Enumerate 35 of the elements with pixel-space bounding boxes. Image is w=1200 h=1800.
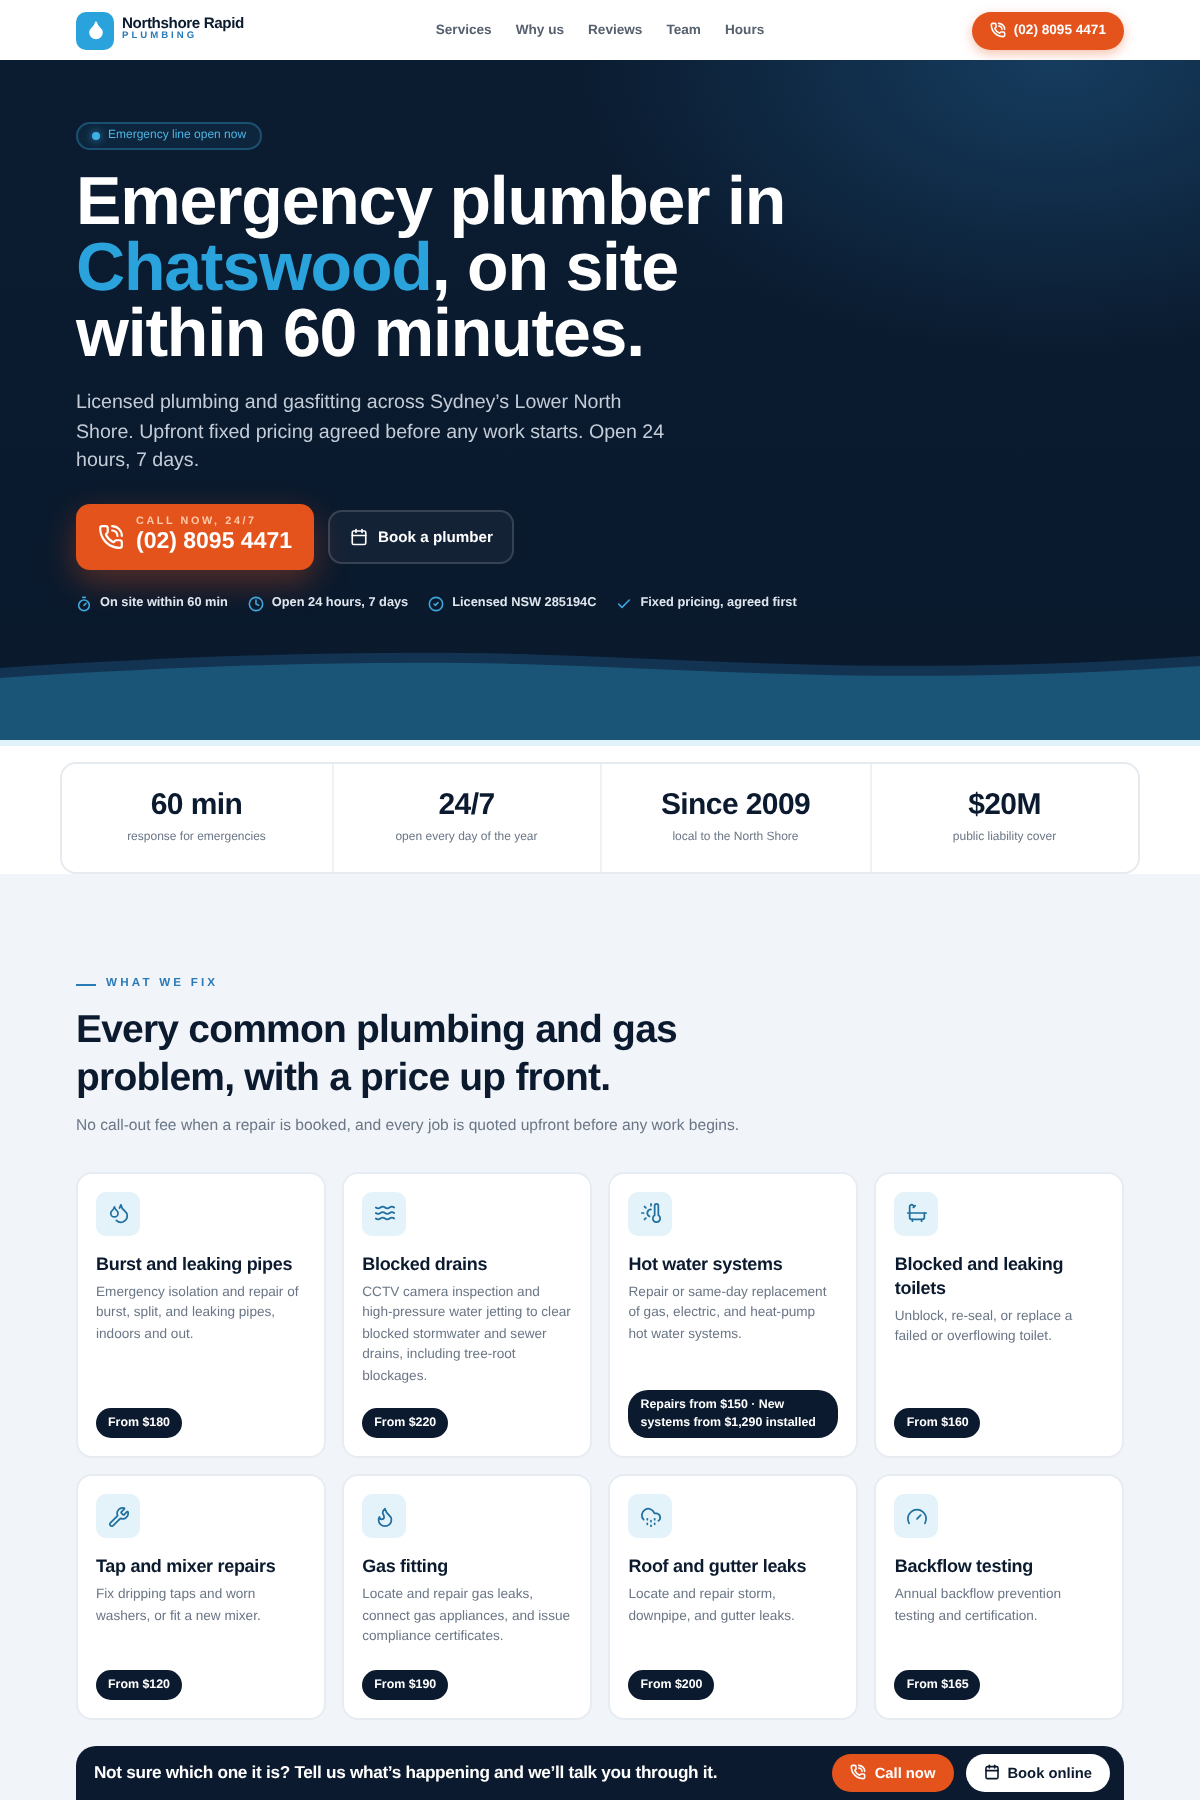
phone-icon xyxy=(850,1764,867,1781)
card-title: Backflow testing xyxy=(894,1554,1033,1578)
waves-icon xyxy=(362,1191,407,1235)
droplet-logo-icon xyxy=(76,11,114,49)
card-title: Gas fitting xyxy=(362,1554,448,1578)
card-title: Hot water systems xyxy=(628,1251,783,1275)
calendar-icon xyxy=(983,1764,1000,1781)
stat-value: $20M xyxy=(968,788,1041,824)
check-icon xyxy=(616,595,633,611)
calendar-icon xyxy=(350,527,369,545)
card-title: Blocked drains xyxy=(362,1251,488,1275)
stat-value: 24/7 xyxy=(438,788,495,824)
cloud-rain-icon xyxy=(628,1494,673,1538)
hero-heading: Emergency plumber in Chatswood, on site within 60 minutes. xyxy=(76,170,788,368)
phone-icon xyxy=(98,523,124,549)
wrench-icon xyxy=(96,1494,140,1538)
card-title: Blocked and leaking toilets xyxy=(894,1251,1066,1299)
hero-intro: Licensed plumbing and gasfitting across Sydney’s Lower North Shore. Upfront fixed pricing agreed before any work starts. Open 24 hours, 7 days. xyxy=(76,390,667,476)
clock-icon xyxy=(247,595,264,611)
status-dot-icon xyxy=(92,132,100,140)
stat-value: Since 2009 xyxy=(660,788,811,824)
timer-icon xyxy=(76,595,92,611)
phone-icon xyxy=(989,22,1006,38)
flame-icon xyxy=(362,1494,407,1538)
thermometer-sun-icon xyxy=(628,1191,673,1235)
cta-text: Not sure which one it is? Tell us what’s happening and we’ll talk you through it. xyxy=(94,1762,718,1783)
card-title: Roof and gutter leaks xyxy=(628,1554,807,1578)
circle-check-icon xyxy=(428,595,445,611)
stat-value: 60 min xyxy=(150,788,243,824)
droplets-icon xyxy=(96,1191,140,1235)
card-title: Burst and leaking pipes xyxy=(96,1251,293,1275)
bathtub-icon xyxy=(894,1191,939,1235)
gauge-icon xyxy=(894,1494,939,1538)
section-heading: Every common plumbing and gas problem, with a price up front. xyxy=(76,1006,679,1102)
card-title: Tap and mixer repairs xyxy=(96,1554,276,1578)
